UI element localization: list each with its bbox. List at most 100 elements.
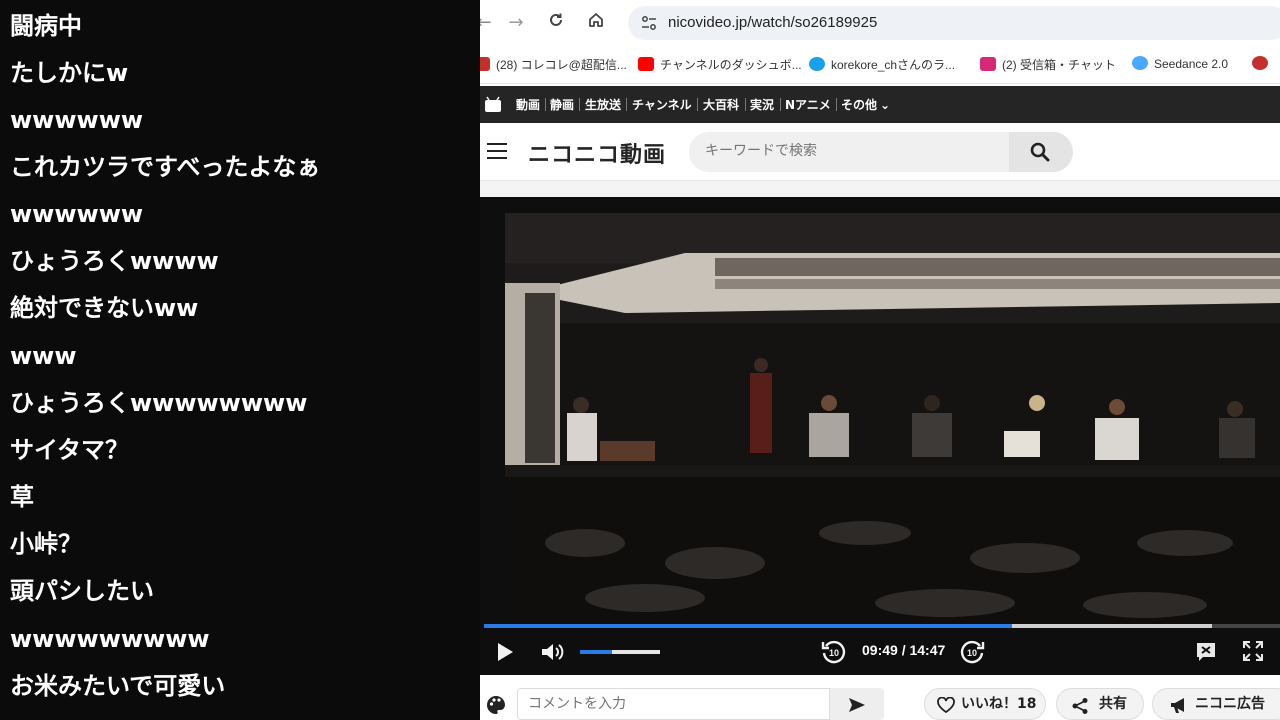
nicoad-label: ニコニ広告 bbox=[1195, 696, 1265, 712]
url-text[interactable]: nicovideo.jp/watch/so26189925 bbox=[668, 14, 877, 31]
nicoad-button[interactable]: ニコニ広告 bbox=[1152, 688, 1280, 720]
comment-item: サイタマ？ bbox=[10, 436, 130, 464]
nav-divider bbox=[545, 98, 546, 111]
search-button[interactable] bbox=[1009, 132, 1073, 172]
forward-10-icon: 10 bbox=[960, 640, 985, 664]
nav-item-anime[interactable]: Nアニメ bbox=[785, 96, 831, 113]
menu-icon[interactable] bbox=[487, 143, 507, 159]
bookmark-label: (28) コレコレ@超配信... bbox=[496, 58, 627, 72]
forward-10-button[interactable]: 10 bbox=[958, 638, 986, 670]
back-icon[interactable]: ← bbox=[480, 11, 496, 35]
fullscreen-button[interactable] bbox=[1242, 640, 1264, 666]
comment-list: 闘病中 たしかにw wwwwww これカツラですべったよなぁ wwwwww ひょ… bbox=[0, 0, 480, 720]
comment-item: www bbox=[10, 342, 77, 370]
bookmark-label: Seedance 2.0 bbox=[1154, 57, 1229, 71]
comment-send-button[interactable] bbox=[830, 688, 884, 720]
bookmark-favicon-icon bbox=[1132, 56, 1148, 70]
niconico-global-nav: 動画 静画 生放送 チャンネル 大百科 実況 Nアニメ その他 ⌄ bbox=[480, 86, 1280, 123]
comment-toggle-button[interactable] bbox=[1194, 640, 1218, 668]
nav-divider bbox=[836, 98, 837, 111]
comment-item: wwwwww bbox=[10, 106, 144, 134]
svg-text:10: 10 bbox=[967, 648, 977, 658]
fullscreen-icon bbox=[1243, 641, 1263, 661]
comment-item: たしかにw bbox=[10, 59, 129, 87]
comment-off-icon bbox=[1197, 643, 1215, 661]
comment-input[interactable] bbox=[517, 688, 830, 720]
volume-slider[interactable] bbox=[580, 650, 660, 654]
svg-text:10: 10 bbox=[829, 648, 839, 658]
comment-item: wwwwww bbox=[10, 200, 144, 228]
bookmark-item[interactable]: Seedance 2.0 bbox=[1132, 56, 1228, 71]
home-icon[interactable] bbox=[584, 11, 608, 35]
youtube-icon bbox=[638, 57, 654, 71]
nav-divider bbox=[780, 98, 781, 111]
palette-icon[interactable] bbox=[485, 694, 507, 720]
seek-bar-progress bbox=[484, 624, 1013, 628]
video-frame[interactable] bbox=[505, 213, 1280, 623]
bookmark-item[interactable]: チャンネルのダッシュボ... bbox=[638, 56, 802, 73]
nav-divider bbox=[626, 98, 627, 111]
nav-item-channel[interactable]: チャンネル bbox=[632, 96, 692, 113]
browser-window: ← → nicovideo.jp/watch/so26189925 (28) コ… bbox=[480, 0, 1280, 720]
play-button[interactable] bbox=[494, 640, 516, 668]
nav-item-jikkyo[interactable]: 実況 bbox=[750, 96, 774, 113]
niconico-tv-icon[interactable] bbox=[484, 96, 502, 113]
nav-divider bbox=[745, 98, 746, 111]
bookmark-favicon-icon bbox=[1252, 56, 1268, 70]
rewind-10-button[interactable]: 10 bbox=[820, 638, 848, 670]
rewind-10-icon: 10 bbox=[821, 640, 846, 664]
nav-item-more[interactable]: その他 ⌄ bbox=[841, 96, 890, 113]
screen: 闘病中 たしかにw wwwwww これカツラですべったよなぁ wwwwww ひょ… bbox=[0, 0, 1280, 720]
nav-more-label: その他 bbox=[841, 98, 878, 112]
stage-scene-image bbox=[505, 213, 1280, 623]
comment-item: 草 bbox=[10, 483, 34, 511]
share-button[interactable]: 共有 bbox=[1056, 688, 1144, 720]
comment-item: 小峠？ bbox=[10, 530, 82, 558]
bookmark-label: (2) 受信箱・チャット bbox=[1002, 58, 1116, 72]
comment-item: ひょうろくwwww bbox=[10, 247, 219, 275]
bookmark-item[interactable]: (28) コレコレ@超配信... bbox=[480, 56, 627, 73]
bookmark-item[interactable]: (2) 受信箱・チャット bbox=[980, 56, 1116, 73]
seek-bar[interactable] bbox=[484, 624, 1280, 628]
niconico-logo[interactable]: ニコニコ動画 bbox=[528, 137, 666, 169]
like-button[interactable]: いいね！ 18 bbox=[924, 688, 1046, 720]
nav-item-live[interactable]: 生放送 bbox=[585, 96, 621, 113]
bookmark-label: チャンネルのダッシュボ... bbox=[660, 58, 802, 72]
volume-level bbox=[580, 650, 612, 654]
search-box[interactable] bbox=[689, 132, 1009, 172]
palette-glyph bbox=[487, 696, 506, 714]
bookmarks-bar: (28) コレコレ@超配信... チャンネルのダッシュボ... korekore… bbox=[480, 46, 1280, 84]
share-label: 共有 bbox=[1099, 696, 1127, 712]
browser-toolbar: ← → nicovideo.jp/watch/so26189925 bbox=[480, 0, 1280, 46]
volume-button[interactable] bbox=[540, 640, 566, 668]
home-glyph bbox=[589, 13, 603, 27]
send-icon bbox=[849, 698, 865, 712]
reload-icon[interactable] bbox=[544, 11, 568, 35]
nav-item-dic[interactable]: 大百科 bbox=[703, 96, 739, 113]
bookmark-item[interactable]: korekore_chさんのラ... bbox=[809, 56, 955, 73]
megaphone-icon bbox=[1171, 698, 1184, 713]
nav-divider bbox=[697, 98, 698, 111]
nav-item-seiga[interactable]: 静画 bbox=[550, 96, 574, 113]
comment-item: 絶対できないww bbox=[10, 294, 199, 322]
nav-item-douga[interactable]: 動画 bbox=[516, 96, 540, 113]
comment-item: 頭パシしたい bbox=[10, 577, 154, 605]
comment-bar: いいね！ 18 共有 ニコニ広告 bbox=[480, 688, 1280, 720]
playback-time: 09:49 / 14:47 bbox=[862, 642, 946, 658]
like-label: いいね！ bbox=[961, 696, 1017, 712]
page-background bbox=[480, 181, 1280, 197]
heart-icon bbox=[937, 697, 955, 713]
instagram-icon bbox=[980, 57, 996, 71]
comment-item: wwwwwwwww bbox=[10, 625, 210, 653]
address-bar[interactable]: nicovideo.jp/watch/so26189925 bbox=[628, 6, 1280, 40]
forward-icon[interactable]: → bbox=[504, 11, 528, 35]
comment-item: 闘病中 bbox=[10, 12, 82, 40]
bookmark-favicon-icon bbox=[809, 57, 825, 71]
bookmark-label: korekore_chさんのラ... bbox=[831, 58, 956, 72]
bookmark-favicon-icon bbox=[480, 57, 490, 71]
site-settings-icon[interactable] bbox=[640, 14, 658, 32]
search-input[interactable] bbox=[705, 143, 1005, 159]
chevron-down-icon: ⌄ bbox=[880, 98, 891, 112]
niconico-header: ニコニコ動画 bbox=[480, 123, 1280, 181]
bookmark-item[interactable] bbox=[1252, 56, 1274, 71]
